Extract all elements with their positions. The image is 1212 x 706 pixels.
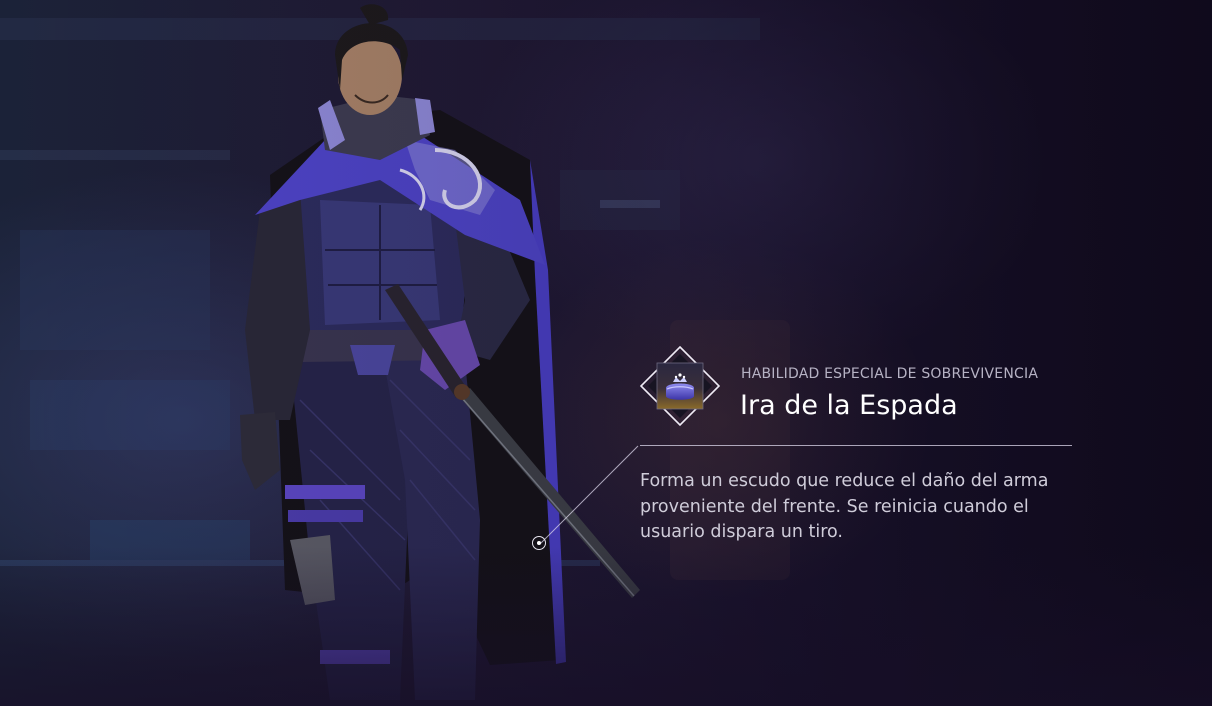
skill-description: Forma un escudo que reduce el daño del a… [640, 471, 1049, 542]
skill-divider [640, 445, 1072, 446]
skill-name: Ira de la Espada [740, 390, 958, 421]
crown-cushion-icon [640, 346, 720, 426]
hero-showcase: HABILIDAD ESPECIAL DE SOBREVIVENCIA Ira … [0, 0, 1212, 706]
skill-category-label: HABILIDAD ESPECIAL DE SOBREVIVENCIA [741, 366, 1039, 382]
bottom-fade [0, 546, 1212, 706]
skill-pointer-dot[interactable] [532, 536, 546, 550]
